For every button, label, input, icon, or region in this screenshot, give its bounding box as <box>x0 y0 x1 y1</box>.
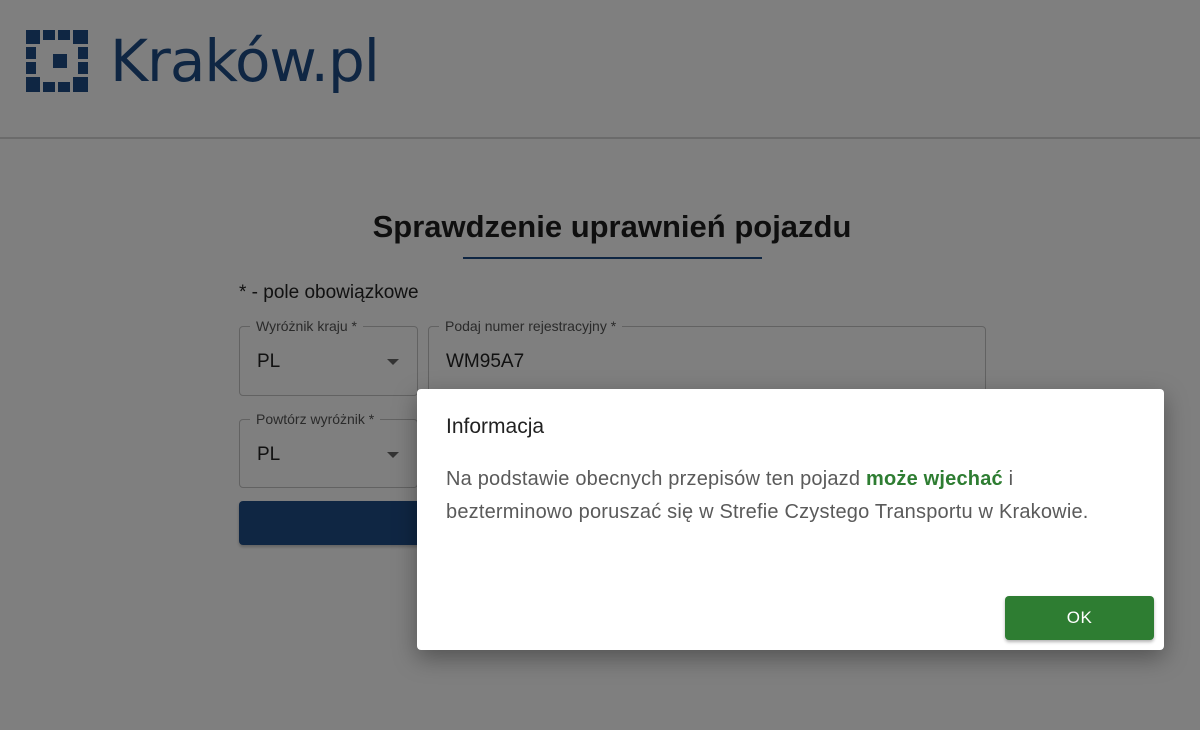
ok-button[interactable]: OK <box>1005 596 1154 640</box>
dialog-message-highlight: może wjechać <box>865 468 1003 490</box>
page: Kraków.pl Sprawdzenie uprawnień pojazdu … <box>0 0 1200 730</box>
dialog-title: Informacja <box>446 415 545 438</box>
info-dialog: Informacja Na podstawie obecnych przepis… <box>417 389 1164 650</box>
dialog-message-before: Na podstawie obecnych przepisów ten poja… <box>446 468 866 490</box>
dialog-message: Na podstawie obecnych przepisów ten poja… <box>446 463 1126 529</box>
